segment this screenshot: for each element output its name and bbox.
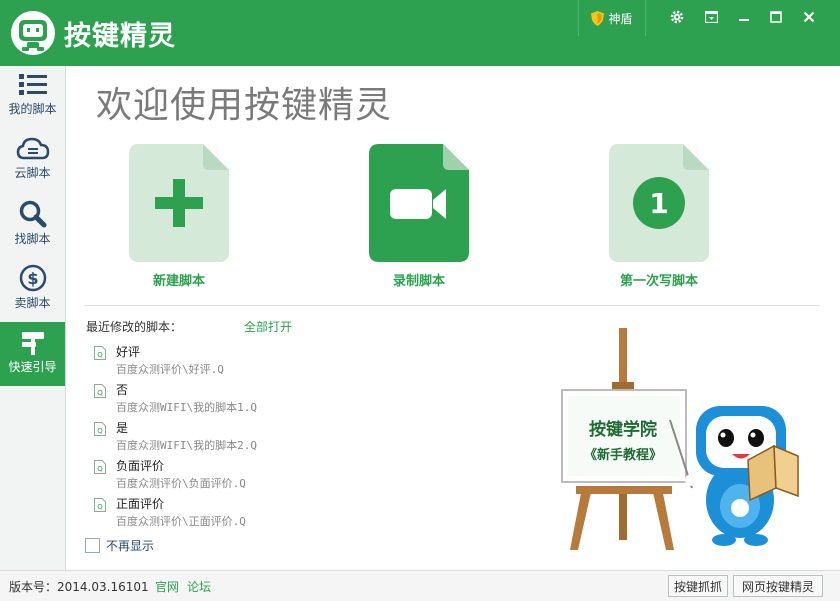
shield-icon [591,10,605,26]
recent-script-path: 百度众测评价\正面评价.Q [116,515,246,528]
search-icon [19,200,46,228]
script-file-icon: Q [94,460,106,474]
first-script-label: 第一次写脚本 [619,274,698,289]
app-title: 按键精灵 [64,21,176,52]
new-script-card[interactable]: 新建脚本 [129,144,229,289]
academy-illustration: 按键学院 《新手教程》 [561,328,799,550]
shield-button[interactable]: 神盾 [578,0,646,36]
maximize-button[interactable] [763,6,789,28]
mascot-hand-right [781,494,795,506]
recent-script-name: 好评 [116,345,141,359]
script-file-icon: Q [94,422,106,436]
do-not-show-checkbox[interactable]: 不再显示 [85,537,154,554]
first-script-card[interactable]: 1 第一次写脚本 [609,144,709,289]
academy-subtitle: 《新手教程》 [584,447,662,463]
recent-script-item[interactable]: Q 正面评价 百度众测评价\正面评价.Q [94,495,354,531]
svg-text:$: $ [27,269,38,288]
book-right-page [773,444,799,498]
maximize-icon [770,11,782,23]
recent-script-item[interactable]: Q 是 百度众测WIFI\我的脚本2.Q [94,419,354,455]
version-label: 版本号：2014.03.16101 [9,580,149,594]
easel-leg-left [570,488,592,550]
script-file-icon: Q [94,498,106,512]
sidebar-item-label: 云脚本 [14,166,51,180]
capture-tool-button[interactable]: 按键抓抓 [668,575,728,597]
mascot-eye-left [718,429,734,447]
mascot-foot-right [744,534,768,546]
mascot-eye-right [748,429,764,447]
svg-text:Q: Q [97,503,103,511]
first-script-badge: 1 [649,187,668,220]
do-not-show-label: 不再显示 [106,539,155,553]
mascot-foot-left [712,534,736,546]
recent-script-path: 百度众测评价\好评.Q [116,363,224,376]
page-title: 欢迎使用按键精灵 [96,85,393,126]
recent-scripts-title: 最近修改的脚本： [86,320,183,334]
recent-script-path: 百度众测评价\负面评价.Q [116,477,246,490]
sidebar-item-my-scripts[interactable]: 我的脚本 [0,66,65,130]
video-camera-icon [369,144,469,262]
dollar-icon: $ [19,264,46,292]
sidebar: 我的脚本 云脚本 找脚本 $ 卖脚本 快速引导 [0,66,66,570]
robot-logo-icon [11,11,55,55]
sidebar-item-label: 找脚本 [14,232,51,246]
list-icon [18,74,47,95]
web-macro-button[interactable]: 网页按键精灵 [733,575,823,597]
checkbox-box[interactable] [85,538,100,553]
title-bar: 按键精灵 神盾 [0,0,840,66]
settings-icon [670,10,684,24]
record-script-label: 录制脚本 [392,274,445,289]
svg-text:Q: Q [97,465,103,473]
sidebar-item-quick-guide[interactable]: 快速引导 [0,322,65,386]
settings-button[interactable] [664,6,690,28]
number-one-icon: 1 [609,144,709,262]
menu-icon [704,11,718,23]
new-script-icon [129,144,229,262]
recent-script-item[interactable]: Q 否 百度众测WIFI\我的脚本1.Q [94,381,354,417]
sidebar-item-find-scripts[interactable]: 找脚本 [0,194,65,258]
record-script-card[interactable]: 录制脚本 [369,144,469,289]
close-button[interactable] [796,6,822,28]
divider [84,305,820,306]
recent-script-name: 是 [116,421,129,435]
sidebar-item-cloud-scripts[interactable]: 云脚本 [0,130,65,194]
script-file-icon: Q [94,346,106,360]
sidebar-item-label: 我的脚本 [8,102,57,116]
svg-text:Q: Q [97,351,103,359]
academy-title: 按键学院 [589,419,657,440]
recent-script-item[interactable]: Q 好评 百度众测评价\好评.Q [94,343,354,379]
official-site-link[interactable]: 官网 [155,578,179,595]
menu-button[interactable] [698,6,724,28]
easel-leg-middle [619,488,627,540]
mascot-hand-left [685,474,699,486]
open-all-link[interactable]: 全部打开 [244,318,292,335]
new-script-label: 新建脚本 [152,274,205,289]
sidebar-item-label: 卖脚本 [14,296,51,310]
cloud-icon [16,137,49,160]
status-bar: 版本号：2014.03.16101 官网 论坛 按键抓抓 网页按键精灵 [0,570,840,601]
easel-top [619,328,627,388]
sidebar-item-sell-scripts[interactable]: $ 卖脚本 [0,258,65,322]
script-file-icon: Q [94,384,106,398]
sidebar-item-label: 快速引导 [8,360,57,374]
recent-script-name: 否 [116,383,129,397]
svg-text:Q: Q [97,389,103,397]
easel-bar [576,486,672,494]
recent-script-path: 百度众测WIFI\我的脚本2.Q [116,439,257,452]
recent-script-path: 百度众测WIFI\我的脚本1.Q [116,401,257,414]
shield-label: 神盾 [608,11,633,26]
mascot-eye-left-highlight [720,432,726,438]
minimize-icon [739,19,749,21]
svg-text:Q: Q [97,427,103,435]
recent-script-name: 正面评价 [116,497,165,511]
recent-script-name: 负面评价 [116,459,165,473]
easel-leg-right [652,488,674,550]
mascot-belly-dot [731,499,749,517]
signpost-icon [21,332,44,355]
mascot-eye-right-highlight [750,432,756,438]
close-icon [803,11,815,23]
minimize-button[interactable] [731,6,757,28]
recent-script-item[interactable]: Q 负面评价 百度众测评价\负面评价.Q [94,457,354,493]
forum-link[interactable]: 论坛 [187,578,211,595]
